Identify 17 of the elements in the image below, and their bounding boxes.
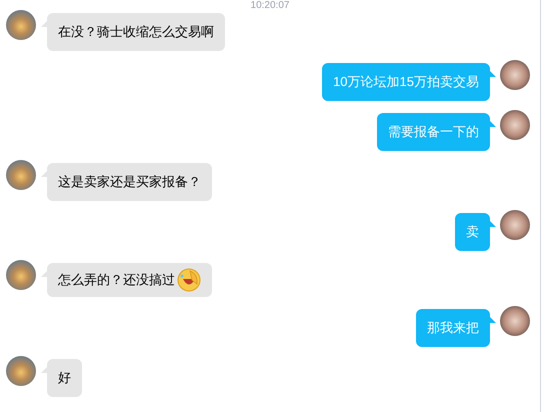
message-bubble: 好 <box>47 359 82 397</box>
avatar <box>6 10 36 40</box>
message-bubble: 需要报备一下的 <box>377 113 490 151</box>
message-bubble: 10万论坛加15万拍卖交易 <box>322 63 490 101</box>
message-bubble: 这是卖家还是买家报备？ <box>47 163 212 201</box>
timestamp: 10:20:07 <box>250 0 290 12</box>
avatar <box>500 110 530 140</box>
avatar <box>500 60 530 90</box>
avatar <box>500 306 530 336</box>
message-bubble: 那我来把 <box>416 309 490 347</box>
message-bubble: 怎么弄的？还没搞过 <box>47 263 212 297</box>
message-bubble: 卖 <box>455 213 490 251</box>
avatar <box>500 210 530 240</box>
avatar <box>6 260 36 290</box>
avatar <box>6 356 36 386</box>
avatar <box>6 160 36 190</box>
message-bubble: 在没？骑士收缩怎么交易啊 <box>47 13 225 51</box>
